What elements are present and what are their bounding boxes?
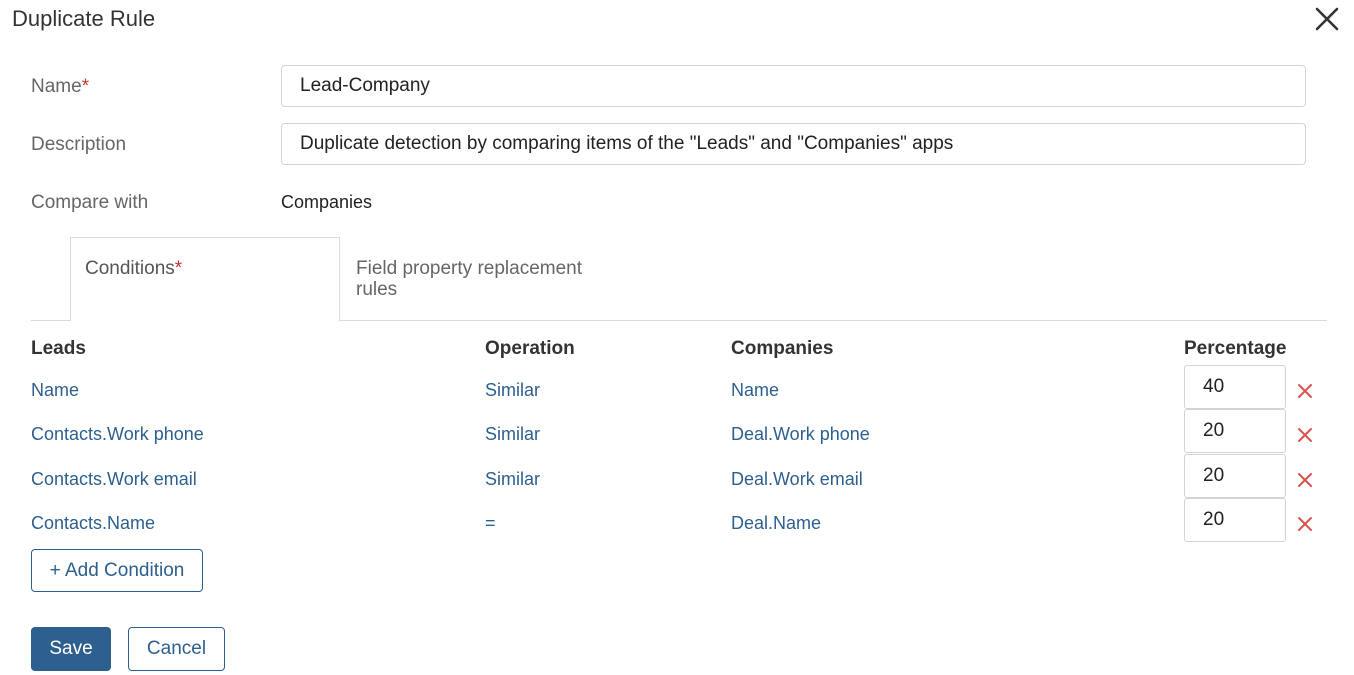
save-button[interactable]: Save xyxy=(31,627,111,671)
delete-icon[interactable] xyxy=(1296,382,1314,400)
name-label-text: Name xyxy=(31,76,82,97)
header-leads: Leads xyxy=(31,338,86,359)
delete-icon[interactable] xyxy=(1296,515,1314,533)
close-button[interactable] xyxy=(1313,6,1341,32)
percentage-input[interactable] xyxy=(1184,454,1286,498)
name-label: Name* xyxy=(31,76,89,98)
operation[interactable]: Similar xyxy=(485,424,540,445)
lead-field[interactable]: Contacts.Work phone xyxy=(31,424,204,445)
add-condition-button[interactable]: + Add Condition xyxy=(31,549,203,592)
percentage-input[interactable] xyxy=(1184,365,1286,409)
lead-field[interactable]: Contacts.Name xyxy=(31,513,155,534)
percentage-input[interactable] xyxy=(1184,409,1286,453)
company-field[interactable]: Deal.Name xyxy=(731,513,821,534)
lead-field[interactable]: Contacts.Work email xyxy=(31,469,197,490)
tab-field-property-replacement-rules[interactable]: Field property replacement rules xyxy=(356,258,616,300)
name-input[interactable] xyxy=(281,65,1306,107)
operation[interactable]: = xyxy=(485,513,496,534)
header-companies: Companies xyxy=(731,338,834,359)
header-operation: Operation xyxy=(485,338,575,359)
percentage-input[interactable] xyxy=(1184,498,1286,542)
company-field[interactable]: Deal.Work email xyxy=(731,469,863,490)
compare-with-label: Compare with xyxy=(31,192,149,213)
description-label: Description xyxy=(31,134,127,155)
dialog-title: Duplicate Rule xyxy=(12,6,156,31)
operation[interactable]: Similar xyxy=(485,380,540,401)
company-field[interactable]: Name xyxy=(731,380,779,401)
close-icon xyxy=(1315,7,1339,31)
required-mark: * xyxy=(81,76,90,97)
header-percentage: Percentage xyxy=(1184,338,1287,359)
compare-with-value: Companies xyxy=(281,192,373,212)
required-mark: * xyxy=(174,258,183,279)
lead-field[interactable]: Name xyxy=(31,380,79,401)
tab-conditions-label: Conditions xyxy=(85,258,175,279)
tab-conditions[interactable]: Conditions* xyxy=(70,237,340,321)
delete-icon[interactable] xyxy=(1296,426,1314,444)
operation[interactable]: Similar xyxy=(485,469,540,490)
delete-icon[interactable] xyxy=(1296,471,1314,489)
description-input[interactable] xyxy=(281,123,1306,165)
cancel-button[interactable]: Cancel xyxy=(128,627,225,671)
company-field[interactable]: Deal.Work phone xyxy=(731,424,870,445)
